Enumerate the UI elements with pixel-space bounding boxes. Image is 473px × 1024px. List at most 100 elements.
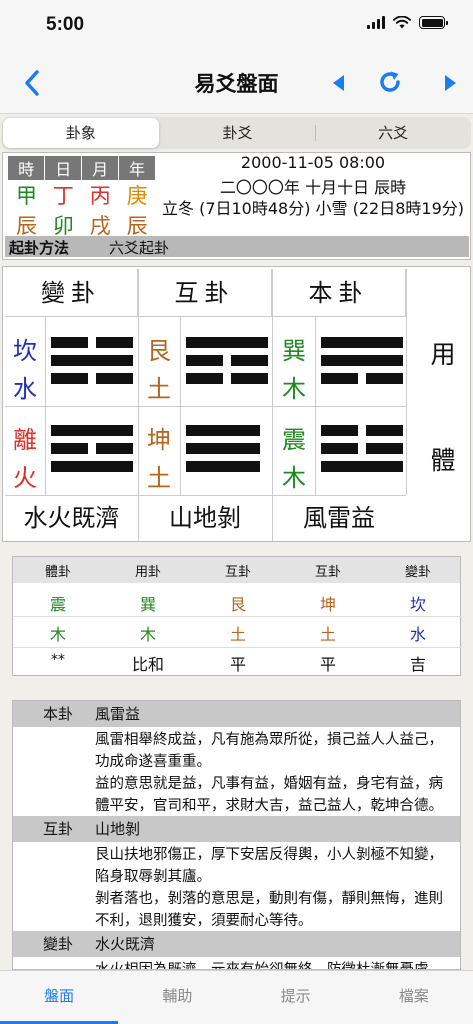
pillar-header-hour: 時: [8, 156, 46, 180]
header-original-hexagram: 本卦: [272, 269, 406, 317]
segment-gua-yao[interactable]: 卦爻: [160, 117, 316, 149]
desc-mutual-line-1: 艮山扶地邪傷正，厚下安居反得輿，小人剝極不知變，: [95, 847, 443, 863]
summary-relation-ti: **: [51, 652, 65, 668]
desc-changed-text: 水火相因為既濟，元來有始卻無終，防微杜漸無憂慮，: [95, 959, 455, 969]
nav-bar: 易爻盤面: [0, 50, 473, 114]
pillar-stem-month: 丙: [89, 184, 111, 208]
summary-element-mutual-2: 土: [319, 625, 336, 644]
desc-mutual-line-2: 陷身取辱剝其廬。: [95, 869, 211, 885]
desc-label-original: 本卦: [43, 705, 74, 723]
summary-relation-mutual-2: 平: [319, 655, 336, 674]
summary-header-yong: 用卦: [134, 565, 161, 580]
original-upper-element: 木: [282, 375, 306, 403]
header-mutual-hexagram: 互卦: [138, 269, 272, 317]
desc-mutual-text: 艮山扶地邪傷正，厚下安居反得輿，小人剝極不知變， 陷身取辱剝其廬。 剝者落也，剝…: [95, 844, 455, 932]
mutual-lower-element: 土: [147, 464, 171, 492]
summary-relation-changed: 吉: [409, 655, 426, 674]
tab-files[interactable]: 檔案: [355, 971, 473, 1024]
summary-header-changed: 變卦: [404, 565, 431, 580]
changed-upper-lines: [51, 337, 133, 384]
original-lower-lines: [321, 425, 403, 472]
desc-header-original: 本卦 風雷益: [13, 701, 460, 727]
summary-element-yong: 木: [139, 625, 156, 644]
summary-trigram-ti: 震: [49, 595, 66, 614]
hexagram-panel: 變卦 互卦 本卦 坎 水 離 火 艮 土 坤 土 巽 木 震 木 用 體 水火既…: [2, 266, 471, 542]
method-value: 六爻起卦: [109, 239, 170, 257]
summary-element-ti: 木: [49, 625, 66, 644]
original-hexagram-name: 風雷益: [303, 504, 375, 532]
side-label-yong: 用: [430, 340, 456, 369]
previous-triangle-icon[interactable]: [332, 74, 345, 92]
side-label-ti: 體: [430, 446, 456, 475]
info-block: 時 日 月 年 甲 丁 丙 庚 辰 卯 戌 辰 2000-11-05 08:00…: [2, 152, 471, 260]
summary-header-mutual-2: 互卦: [314, 565, 341, 580]
ti-yong-summary-table: 體卦 用卦 互卦 互卦 變卦 震 巽 艮 坤 坎 木 木 土 土 水 ** 比和…: [12, 556, 462, 676]
status-time: 5:00: [46, 14, 85, 35]
desc-original-line-2: 功成命遂喜重重。: [95, 754, 211, 770]
status-icons: [367, 16, 448, 29]
segment-liu-yao[interactable]: 六爻: [315, 117, 471, 149]
solar-terms: 立冬 (7日10時48分) 小雪 (22日8時19分): [161, 199, 465, 218]
method-label: 起卦方法: [9, 239, 70, 257]
tab-board[interactable]: 盤面: [0, 971, 119, 1024]
pillar-header-month: 月: [81, 156, 120, 180]
changed-upper-element: 水: [13, 375, 37, 403]
changed-lower-trigram: 離: [13, 426, 37, 454]
status-bar: 5:00: [0, 0, 473, 50]
original-upper-lines: [321, 337, 403, 384]
summary-trigram-yong: 巽: [139, 595, 156, 614]
original-lower-trigram: 震: [282, 426, 306, 454]
segment-gua-xiang[interactable]: 卦象: [3, 118, 159, 148]
battery-icon: [419, 16, 448, 29]
summary-relation-mutual-1: 平: [229, 655, 246, 674]
original-lower-element: 木: [282, 464, 306, 492]
desc-header-changed: 變卦 水火既濟: [13, 931, 460, 957]
mutual-upper-element: 土: [147, 375, 171, 403]
desc-name-mutual: 山地剝: [95, 820, 141, 838]
pillar-stem-year: 庚: [126, 184, 148, 208]
refresh-icon[interactable]: [377, 69, 403, 95]
signal-icon: [367, 16, 385, 29]
changed-upper-trigram: 坎: [13, 337, 37, 365]
desc-name-original: 風雷益: [95, 705, 141, 723]
summary-header-ti: 體卦: [44, 565, 71, 580]
mutual-hexagram-name: 山地剝: [169, 504, 241, 532]
desc-header-mutual: 互卦 山地剝: [13, 816, 460, 842]
four-pillars-table: 時 日 月 年 甲 丁 丙 庚 辰 卯 戌 辰: [8, 156, 156, 240]
tab-bar: 盤面 輔助 提示 檔案: [0, 970, 473, 1024]
hexagram-descriptions: 本卦 風雷益 風雷相舉終成益，凡有施為眾所從，損己益人人益己， 功成命遂喜重重。…: [12, 700, 461, 970]
summary-element-mutual-1: 土: [229, 625, 246, 644]
desc-mutual-line-3: 剝者落也，剝落的意思是，動則有傷，靜則無悔，進則: [95, 891, 443, 907]
pillar-stem-hour: 甲: [15, 184, 37, 208]
summary-trigram-mutual-2: 坤: [319, 595, 336, 614]
pillar-stem-day: 丁: [52, 184, 74, 208]
wifi-icon: [393, 16, 411, 29]
desc-label-changed: 變卦: [43, 935, 74, 953]
summary-header-mutual-1: 互卦: [224, 565, 251, 580]
desc-original-line-3: 益的意思就是益，凡事有益，婚姻有益，身宅有益，病: [95, 776, 443, 792]
summary-trigram-mutual-1: 艮: [229, 595, 246, 614]
mutual-upper-trigram: 艮: [147, 337, 171, 365]
tab-hints[interactable]: 提示: [237, 971, 355, 1024]
desc-name-changed: 水火既濟: [95, 935, 156, 953]
changed-lower-lines: [51, 425, 133, 472]
gregorian-date: 2000-11-05 08:00: [240, 153, 386, 172]
tab-auxiliary[interactable]: 輔助: [118, 971, 236, 1024]
mutual-lower-trigram: 坤: [147, 426, 171, 454]
header-changed-hexagram: 變卦: [5, 269, 138, 317]
pillar-header-day: 日: [44, 156, 83, 180]
desc-original-line-1: 風雷相舉終成益，凡有施為眾所從，損己益人人益己，: [95, 732, 443, 748]
summary-element-changed: 水: [409, 625, 426, 644]
segmented-control: 卦象 卦爻 六爻: [2, 117, 471, 149]
changed-lower-element: 火: [13, 464, 37, 492]
mutual-upper-lines: [186, 337, 268, 384]
desc-original-text: 風雷相舉終成益，凡有施為眾所從，損己益人人益己， 功成命遂喜重重。 益的意思就是…: [95, 729, 455, 817]
desc-mutual-line-4: 不利，退則獲安，須要耐心等待。: [95, 913, 313, 929]
pillar-header-year: 年: [118, 156, 156, 180]
mutual-lower-lines: [186, 425, 260, 472]
changed-hexagram-name: 水火既濟: [23, 504, 120, 532]
next-triangle-icon[interactable]: [444, 74, 457, 92]
desc-label-mutual: 互卦: [43, 820, 74, 838]
summary-relation-yong: 比和: [131, 655, 164, 674]
method-row: 起卦方法 六爻起卦: [5, 236, 469, 257]
